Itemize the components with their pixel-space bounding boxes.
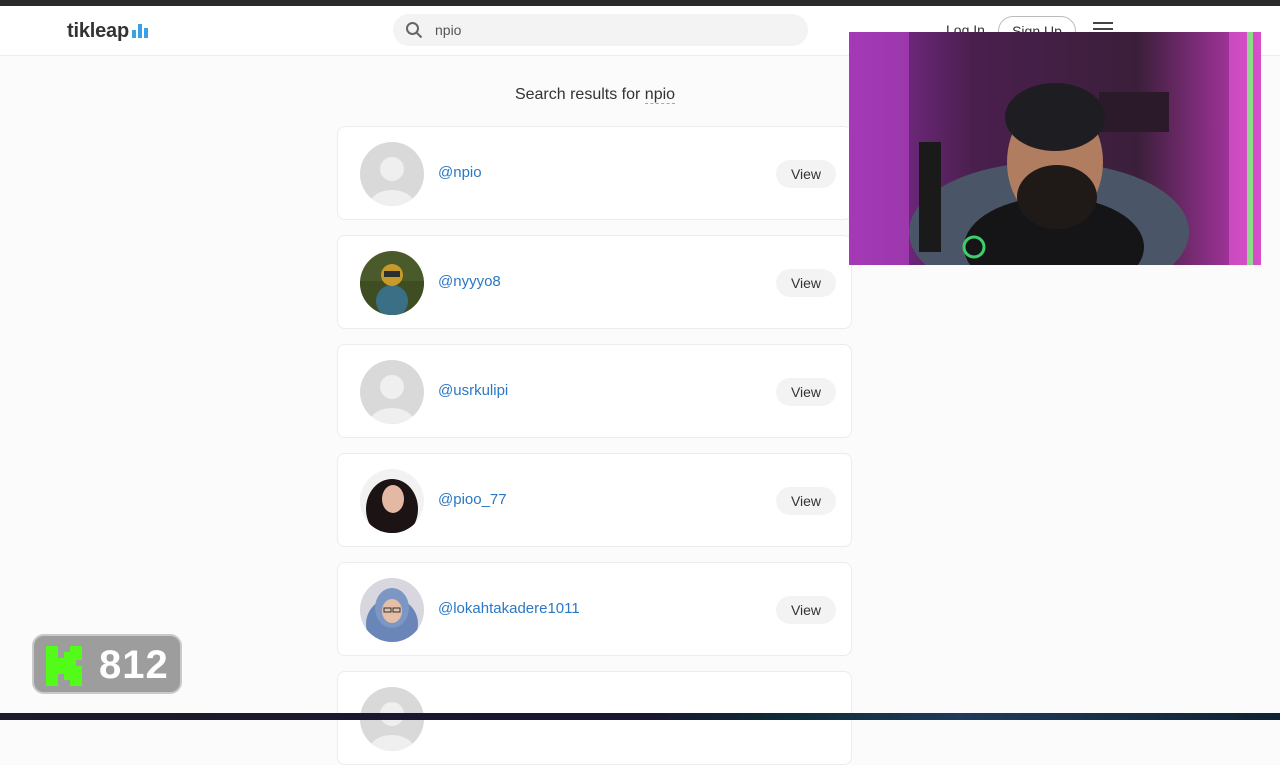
results-heading-prefix: Search results for: [514, 86, 641, 103]
logo-text: tikleap: [67, 19, 129, 42]
result-card[interactable]: @usrkulipi View: [337, 344, 852, 438]
bar-chart-icon: [131, 24, 148, 38]
result-username[interactable]: @nyyyo8: [438, 273, 501, 290]
result-username[interactable]: @pioo_77: [438, 491, 507, 508]
result-username[interactable]: @lokahtakadere1011: [438, 600, 580, 617]
search-icon: [406, 22, 423, 39]
avatar-photo[interactable]: [360, 578, 424, 642]
viewer-count: 812: [99, 643, 169, 687]
avatar-default[interactable]: [360, 360, 424, 424]
site-logo[interactable]: tikleap: [67, 18, 148, 44]
view-button[interactable]: View: [776, 596, 836, 624]
result-card[interactable]: @lokahtakadere1011 View: [337, 562, 852, 656]
view-button[interactable]: View: [776, 487, 836, 515]
result-card[interactable]: @pioo_77 View: [337, 453, 852, 547]
kick-logo-icon: [46, 646, 82, 686]
results-heading: Search results for npio: [337, 86, 853, 104]
avatar-photo[interactable]: [360, 469, 424, 533]
results-query[interactable]: npio: [644, 86, 676, 104]
search-bar[interactable]: [393, 14, 808, 46]
search-input[interactable]: [433, 21, 777, 39]
webcam-overlay: [849, 32, 1261, 265]
view-button[interactable]: View: [776, 378, 836, 406]
avatar-default[interactable]: [360, 142, 424, 206]
result-username[interactable]: @npio: [438, 164, 482, 181]
view-button[interactable]: View: [776, 160, 836, 188]
viewer-counter: 812: [32, 634, 182, 694]
avatar-photo[interactable]: [360, 251, 424, 315]
taskbar-strip: [0, 713, 1280, 720]
view-button[interactable]: View: [776, 269, 836, 297]
result-card[interactable]: @npio View: [337, 126, 852, 220]
result-card[interactable]: @nyyyo8 View: [337, 235, 852, 329]
result-username[interactable]: @usrkulipi: [438, 382, 508, 399]
